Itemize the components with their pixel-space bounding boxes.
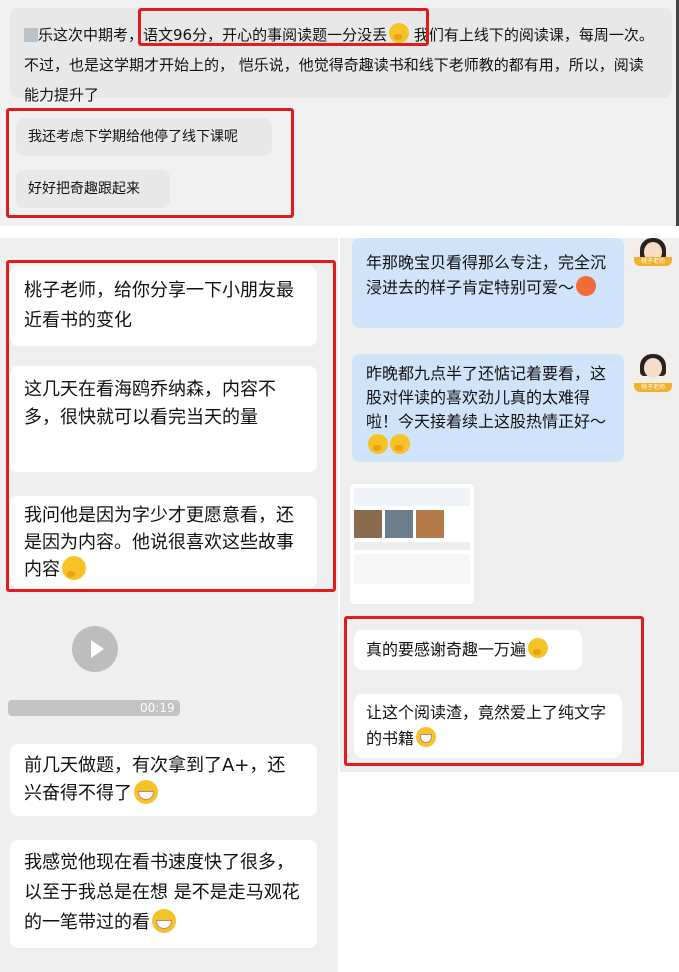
highlight-frame [138,8,429,46]
message-text: 昨晚都九点半了还惦记着要看，这股对伴读的喜欢劲儿真的太难得啦！今天接着续上这股热… [366,364,607,431]
collage-root: 乐这次中期考，语文96分，开心的事阅读题一分没丢 我们有上线下的阅读课，每周一次… [0,0,679,972]
highlight-frame [6,260,336,592]
smiling-hearts-emoji-icon [576,276,597,296]
screenshot-image[interactable] [350,484,474,604]
grinning-emoji-icon [134,780,158,804]
avatar-blur-icon [24,28,38,42]
left-chat-panel: 桃子老师，给你分享一下小朋友最近看书的变化 这几天在看海鸥乔纳森，内容不多，很快… [0,238,338,972]
highlight-frame [6,108,294,218]
video-duration: 00:19 [140,701,175,715]
message-prefix: 乐这次中期考， [38,26,144,44]
avatar[interactable]: 桃子老师 [634,354,672,392]
thinking-emoji-icon [368,434,388,454]
laughing-emoji-icon [152,909,176,933]
message-bubble[interactable]: 昨晚都九点半了还惦记着要看，这股对伴读的喜欢劲儿真的太难得啦！今天接着续上这股热… [352,354,624,462]
top-chat-panel: 乐这次中期考，语文96分，开心的事阅读题一分没丢 我们有上线下的阅读课，每周一次… [0,0,679,226]
message-bubble[interactable]: 前几天做题，有次拿到了A+，还兴奋得不得了 [10,744,317,816]
play-button-icon[interactable] [72,626,118,672]
message-text: 年那晚宝贝看得那么专注，完全沉浸进去的样子肯定特别可爱～ [366,253,607,297]
avatar[interactable]: 桃子老师 [634,238,672,266]
thinking-emoji-icon [390,434,410,454]
message-bubble[interactable]: 我感觉他现在看书速度快了很多，以至于我总是在想 是不是走马观花的一笔带过的看 [10,840,317,948]
right-chat-panel: 年那晚宝贝看得那么专注，完全沉浸进去的样子肯定特别可爱～ 桃子老师 昨晚都九点半… [340,238,679,772]
message-bubble[interactable]: 年那晚宝贝看得那么专注，完全沉浸进去的样子肯定特别可爱～ [352,238,624,328]
highlight-frame [344,616,644,766]
video-message[interactable]: 00:19 [8,618,320,716]
